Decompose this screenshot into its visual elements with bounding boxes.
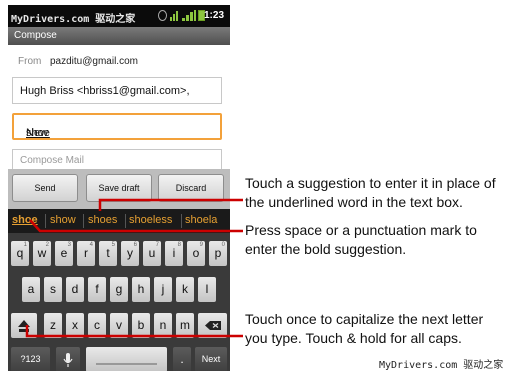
space-callout: Press space or a punctuation mark to ent… <box>245 221 477 259</box>
suggestion-callout: Touch a suggestion to enter it in place … <box>245 174 496 212</box>
callout-text: you type. Touch & hold for all caps. <box>245 330 462 346</box>
footer-watermark: MyDrivers.com 驱动之家 <box>379 360 504 371</box>
callout-text: enter the bold suggestion. <box>245 241 407 257</box>
bold-suggestion-leader-line <box>29 219 243 233</box>
callout-text: the underlined word in the text box. <box>245 194 463 210</box>
callout-text: Press space or a punctuation mark to <box>245 222 477 238</box>
callout-text: Touch once to capitalize the next letter <box>245 311 484 327</box>
suggestion-leader-line <box>98 198 243 211</box>
callout-text: Touch a suggestion to enter it in place … <box>245 175 496 191</box>
shift-leader-line <box>25 325 243 338</box>
shift-callout: Touch once to capitalize the next letter… <box>245 310 483 348</box>
